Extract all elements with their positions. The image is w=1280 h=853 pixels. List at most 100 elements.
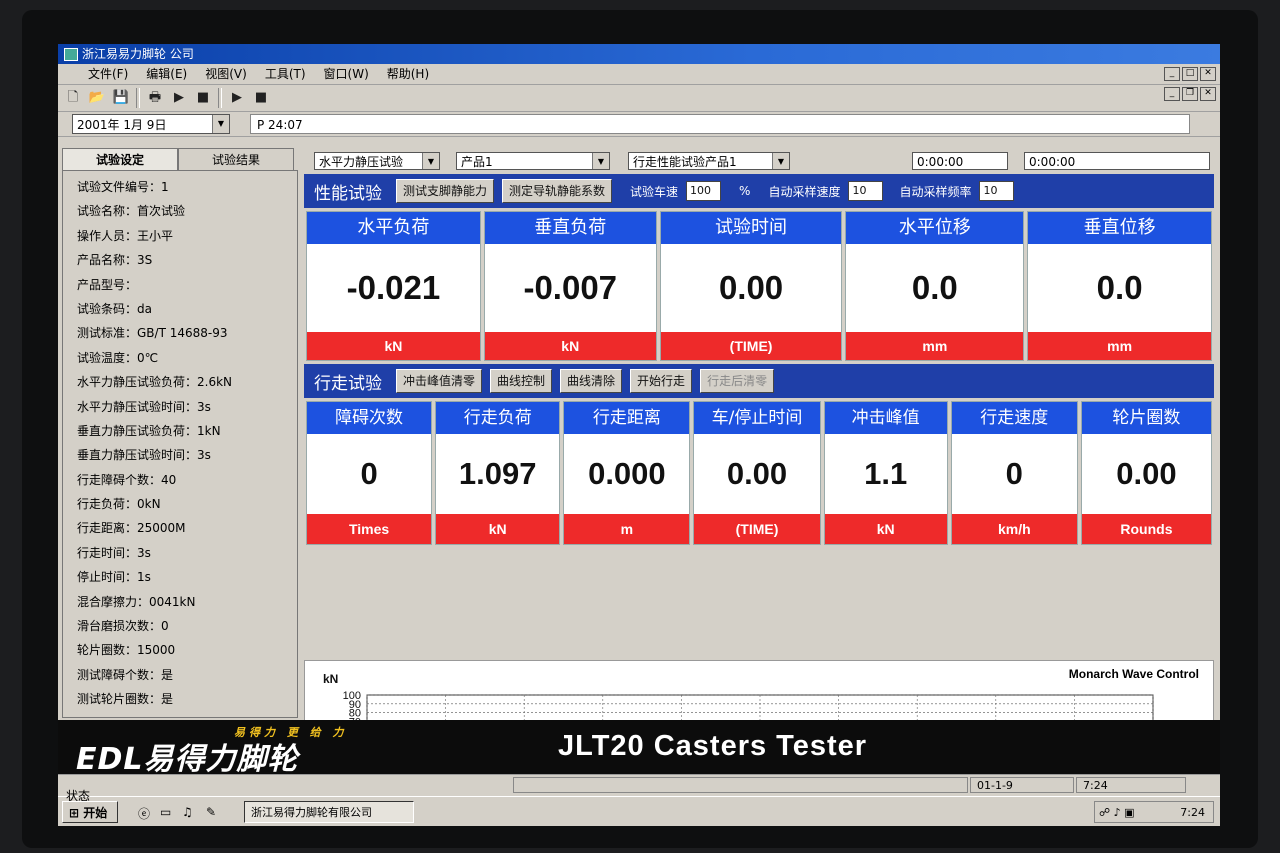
child-minimize-icon[interactable]: _ [1164, 87, 1180, 101]
taskbar-app-button[interactable]: 浙江易得力脚轮有限公司 [244, 801, 414, 823]
quicklaunch-icon[interactable]: ✎ [206, 805, 216, 819]
new-file-icon[interactable]: 🗋 [64, 89, 82, 107]
static-coef-button[interactable]: 测定导轨静能系数 [502, 179, 613, 203]
menu-file[interactable]: 文件(F) [88, 64, 128, 84]
speed-input[interactable]: 100 [686, 181, 722, 201]
play-icon-2[interactable]: ▶ [228, 89, 246, 107]
test-static-support-button[interactable]: 测试支脚静能力 [396, 179, 495, 203]
card-value: -0.021 [346, 269, 441, 306]
start-walking-button[interactable]: 开始行走 [630, 369, 693, 393]
menu-window[interactable]: 窗口(W) [324, 64, 369, 84]
toolbar-separator [136, 88, 140, 108]
walking-speed-card: 行走速度 0 km/h [950, 401, 1078, 545]
taskbar: 状态 ⊞ 开始 ⓔ ▭ ♫ ✎ 浙江易得力脚轮有限公司 ☍ ♪ ▣ 7:24 [58, 789, 1220, 826]
test-info-item: 试验名称：首次试验 [77, 204, 186, 219]
media-icon[interactable]: ♫ [182, 805, 193, 819]
test-type-select[interactable]: 水平力静压试验 ▼ [314, 152, 440, 170]
status-bar: 01-1-9 7:24 [58, 774, 1220, 797]
save-icon[interactable]: 💾 [112, 89, 130, 107]
card-value: 0.00 [1116, 456, 1177, 491]
chevron-down-icon[interactable]: ▼ [592, 153, 609, 169]
company-slogan: 易得力 更 给 力 [234, 726, 348, 739]
date-picker[interactable]: 2001年 1月 9日 ▼ [72, 114, 230, 134]
tray-network-icon[interactable]: ☍ [1099, 806, 1110, 819]
auto-freq-input[interactable]: 10 [979, 181, 1015, 201]
product-select[interactable]: 产品1 ▼ [456, 152, 610, 170]
start-label: 开始 [83, 806, 108, 820]
card-label: 水平负荷 [307, 212, 480, 244]
chart-title: Monarch Wave Control [1068, 667, 1199, 681]
test-product-select[interactable]: 行走性能试验产品1 ▼ [628, 152, 790, 170]
tray-volume-icon[interactable]: ♪ [1114, 806, 1121, 819]
curve-control-button[interactable]: 曲线控制 [490, 369, 553, 393]
child-restore-icon[interactable]: ❐ [1182, 87, 1198, 101]
print-icon[interactable]: 🖶 [146, 89, 164, 107]
tray-clock: 7:24 [1180, 806, 1205, 819]
clear-after-walking-button[interactable]: 行走后清零 [700, 369, 775, 393]
card-unit: Times [307, 514, 432, 544]
y-axis-label: kN [323, 672, 338, 686]
timer-field-2[interactable]: 0:00:00 [1024, 152, 1210, 170]
card-label: 行走负荷 [436, 402, 560, 434]
app-icon [64, 48, 78, 61]
stop-icon-2[interactable]: ■ [252, 89, 270, 107]
status-panel [513, 777, 968, 793]
walking-title: 行走试验 [314, 373, 382, 394]
date-bar: 2001年 1月 9日 ▼ P 24:07 [58, 112, 1220, 137]
vertical-load-card: 垂直负荷 -0.007 kN [483, 211, 657, 361]
menu-view[interactable]: 视图(V) [205, 64, 247, 84]
performance-title: 性能试验 [314, 183, 382, 204]
clear-peak-button[interactable]: 冲击峰值清零 [396, 369, 483, 393]
test-info-item: 垂直力静压试验时间：3s [77, 448, 211, 463]
taskbar-app-label: 浙江易得力脚轮有限公司 [251, 806, 372, 819]
title-bar: 浙江易易力脚轮 公司 [58, 44, 1220, 64]
test-info-item: 水平力静压试验负荷：2.6kN [77, 375, 233, 390]
time-field[interactable]: P 24:07 [250, 114, 1190, 134]
stop-icon[interactable]: ■ [194, 89, 212, 107]
card-label: 垂直位移 [1028, 212, 1211, 244]
vertical-displacement-card: 垂直位移 0.0 mm [1027, 211, 1212, 361]
performance-cards: 水平负荷 -0.021 kN 垂直负荷 -0.007 kN 试验时间 0.00 … [304, 208, 1214, 361]
walking-load-card: 行走负荷 1.097 kN [435, 401, 561, 545]
chevron-down-icon[interactable]: ▼ [772, 153, 789, 169]
horizontal-load-card: 水平负荷 -0.021 kN [306, 211, 481, 361]
close-icon[interactable]: ✕ [1200, 67, 1216, 81]
card-unit: kN [824, 514, 947, 544]
test-info-item: 行走障碍个数：40 [77, 472, 177, 487]
chevron-down-icon[interactable]: ▼ [422, 153, 439, 169]
card-label: 轮片圈数 [1081, 402, 1211, 434]
play-icon[interactable]: ▶ [170, 89, 188, 107]
start-button[interactable]: ⊞ 开始 [62, 801, 118, 823]
menu-bar: 文件(F) 编辑(E) 视图(V) 工具(T) 窗口(W) 帮助(H) _ □ … [58, 64, 1220, 85]
test-info-item: 垂直力静压试验负荷：1kN [77, 423, 221, 438]
card-label: 行走距离 [564, 402, 690, 434]
card-value: 0.000 [588, 456, 666, 491]
card-value: 0 [360, 456, 378, 491]
wheel-rounds-card: 轮片圈数 0.00 Rounds [1080, 401, 1212, 545]
menu-help[interactable]: 帮助(H) [387, 64, 429, 84]
test-info-item: 混合摩擦力：0041kN [77, 594, 196, 609]
minimize-icon[interactable]: _ [1164, 67, 1180, 81]
tray-app-icon[interactable]: ▣ [1124, 806, 1134, 819]
card-value: -0.007 [523, 269, 618, 306]
timer-field-1[interactable]: 0:00:00 [912, 152, 1008, 170]
tab-test-results[interactable]: 试验结果 [178, 148, 294, 170]
curve-clear-button[interactable]: 曲线清除 [560, 369, 623, 393]
card-value: 1.1 [864, 456, 908, 491]
menu-edit[interactable]: 编辑(E) [146, 64, 187, 84]
open-folder-icon[interactable]: 📂 [88, 89, 106, 107]
test-info-item: 操作人员：王小平 [77, 228, 174, 243]
chevron-down-icon[interactable]: ▼ [212, 115, 229, 133]
auto-speed-label: 自动采样速度 [768, 184, 841, 199]
test-info-item: 滑台磨损次数：0 [77, 619, 169, 634]
test-info-item: 轮片圈数：15000 [77, 643, 176, 658]
menu-tools[interactable]: 工具(T) [265, 64, 306, 84]
child-close-icon[interactable]: ✕ [1200, 87, 1216, 101]
auto-speed-input[interactable]: 10 [848, 181, 884, 201]
toolbar: 🗋 📂 💾 🖶 ▶ ■ ▶ ■ _ ❐ ✕ [58, 85, 1220, 112]
tab-test-settings[interactable]: 试验设定 [62, 148, 178, 170]
desktop-icon[interactable]: ▭ [160, 805, 171, 819]
ie-icon[interactable]: ⓔ [138, 805, 150, 822]
maximize-icon[interactable]: □ [1182, 67, 1198, 81]
time-value: P 24:07 [257, 118, 303, 132]
